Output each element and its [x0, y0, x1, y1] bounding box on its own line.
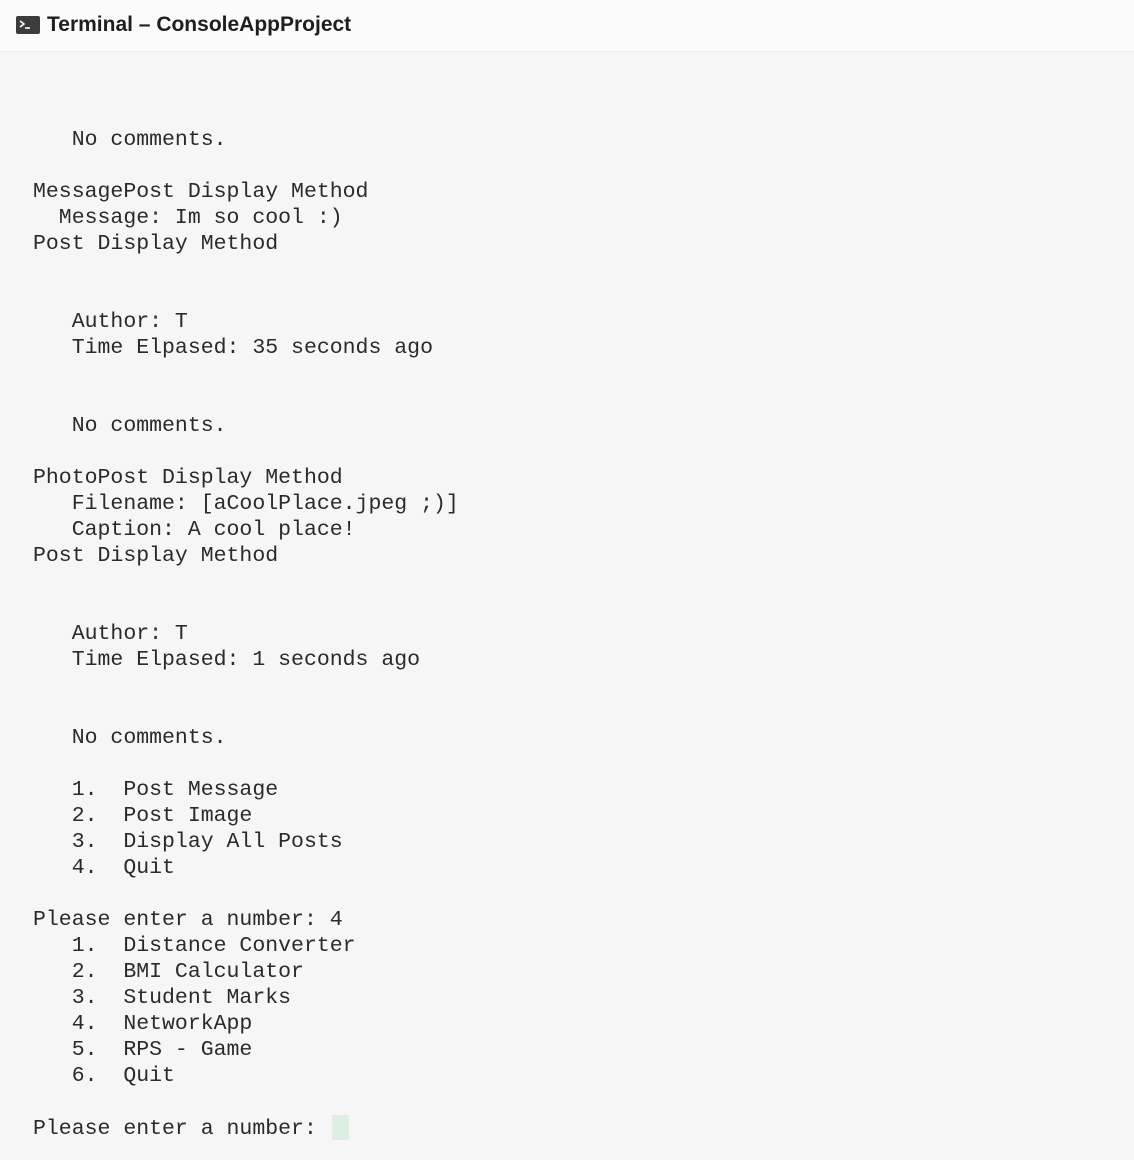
console-line: Caption: A cool place! [33, 518, 356, 542]
console-line: Time Elpased: 1 seconds ago [33, 648, 421, 672]
terminal-window: Terminal – ConsoleAppProject No comments… [0, 0, 1134, 1160]
console-line: 1. Distance Converter [33, 934, 356, 958]
console-line: No comments. [33, 128, 227, 152]
console-line: 2. Post Image [33, 804, 253, 828]
console-line: 4. Quit [33, 856, 175, 880]
console-line: Post Display Method [33, 232, 279, 256]
input-prompt: Please enter a number: [33, 1117, 330, 1141]
console-line: Author: T [33, 310, 188, 334]
console-line: Filename: [aCoolPlace.jpeg ;)] [33, 492, 459, 516]
console-line: Time Elpased: 35 seconds ago [33, 336, 433, 360]
window-title: Terminal – ConsoleAppProject [47, 13, 352, 36]
input-prompt-line[interactable]: Please enter a number: [33, 1115, 1114, 1141]
console-line: Author: T [33, 622, 188, 646]
console-line: 4. NetworkApp [33, 1012, 253, 1036]
title-bar: Terminal – ConsoleAppProject [0, 0, 1134, 52]
console-line: 1. Post Message [33, 778, 279, 802]
console-line: No comments. [33, 726, 227, 750]
console-line: Post Display Method [33, 544, 279, 568]
console-line: 3. Student Marks [33, 986, 292, 1010]
console-line: Please enter a number: 4 [33, 908, 343, 932]
console-line: MessagePost Display Method [33, 180, 369, 204]
console-line: 6. Quit [33, 1064, 175, 1088]
text-cursor[interactable] [331, 1115, 349, 1140]
console-line: No comments. [33, 414, 227, 438]
console-output[interactable]: No comments. MessagePost Display Method M… [33, 127, 1114, 1141]
console-line: PhotoPost Display Method [33, 466, 343, 490]
terminal-icon [16, 16, 40, 34]
console-line: Message: Im so cool :) [33, 206, 343, 230]
console-line: 5. RPS - Game [33, 1038, 253, 1062]
console-line: 3. Display All Posts [33, 830, 343, 854]
console-line: 2. BMI Calculator [33, 960, 304, 984]
